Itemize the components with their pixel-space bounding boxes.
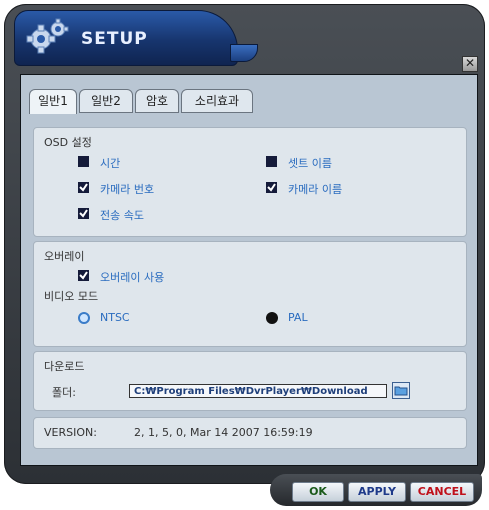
ntsc-label: NTSC [100,311,130,324]
window-title: SETUP [81,29,148,49]
tab-label: 일반2 [91,94,121,108]
browse-folder-button[interactable] [392,382,410,399]
tab-general2[interactable]: 일반2 [79,89,133,113]
camera-name-checkbox[interactable] [266,182,277,193]
time-label: 시간 [100,157,121,170]
cancel-button[interactable]: CANCEL [410,482,474,502]
camera-number-label: 카메라 번호 [100,183,155,196]
settings-content: 일반1 일반2 암호 소리효과 OSD 설정 시간 셋트 이름 카메라 번호 카… [20,74,478,466]
pal-radio[interactable] [266,312,278,324]
folder-icon [394,386,408,396]
check-icon [79,183,88,192]
version-value: 2, 1, 5, 0, Mar 14 2007 16:59:19 [134,426,313,439]
set-name-label: 셋트 이름 [288,157,332,170]
ok-button[interactable]: OK [292,482,344,502]
folder-path-input[interactable]: C:₩Program Files₩DvrPlayer₩Download [129,384,387,398]
check-icon [267,183,276,192]
version-panel: VERSION: 2, 1, 5, 0, Mar 14 2007 16:59:1… [33,417,467,449]
close-icon: ✕ [464,56,476,70]
folder-label: 폴더: [52,386,76,399]
set-name-checkbox[interactable] [266,156,277,167]
osd-title: OSD 설정 [44,136,92,149]
camera-number-checkbox[interactable] [78,182,89,193]
version-label: VERSION: [44,426,97,439]
pal-label: PAL [288,311,308,324]
dialog-button-bar: OK APPLY CANCEL [270,474,482,506]
overlay-use-checkbox[interactable] [78,270,89,281]
check-icon [79,209,88,218]
tab-general1[interactable]: 일반1 [29,89,77,114]
overlay-title: 오버레이 [44,250,85,263]
setup-window: SETUP ✕ 일반1 일반2 암호 소리효과 OSD 설정 시간 셋트 이름 … [4,4,485,484]
transfer-speed-label: 전송 속도 [100,209,144,222]
check-icon [79,271,88,280]
close-button[interactable]: ✕ [462,56,478,72]
apply-button[interactable]: APPLY [348,482,406,502]
download-panel: 다운로드 폴더: C:₩Program Files₩DvrPlayer₩Down… [33,351,467,411]
transfer-speed-checkbox[interactable] [78,208,89,219]
overlay-panel: 오버레이 오버레이 사용 비디오 모드 NTSC PAL [33,241,467,347]
osd-panel: OSD 설정 시간 셋트 이름 카메라 번호 카메라 이름 전송 속도 [33,127,467,237]
time-checkbox[interactable] [78,156,89,167]
tab-password[interactable]: 암호 [135,89,179,113]
title-bar[interactable]: SETUP [14,10,238,66]
download-title: 다운로드 [44,360,85,373]
video-mode-title: 비디오 모드 [44,290,99,303]
tab-sound-effects[interactable]: 소리효과 [181,89,253,113]
tab-label: 암호 [145,94,169,108]
tab-label: 소리효과 [194,94,240,108]
ntsc-radio[interactable] [78,312,90,324]
overlay-use-label: 오버레이 사용 [100,271,165,284]
title-notch [230,44,258,62]
tab-label: 일반1 [38,94,68,108]
gear-icon [26,18,69,54]
camera-name-label: 카메라 이름 [288,183,343,196]
